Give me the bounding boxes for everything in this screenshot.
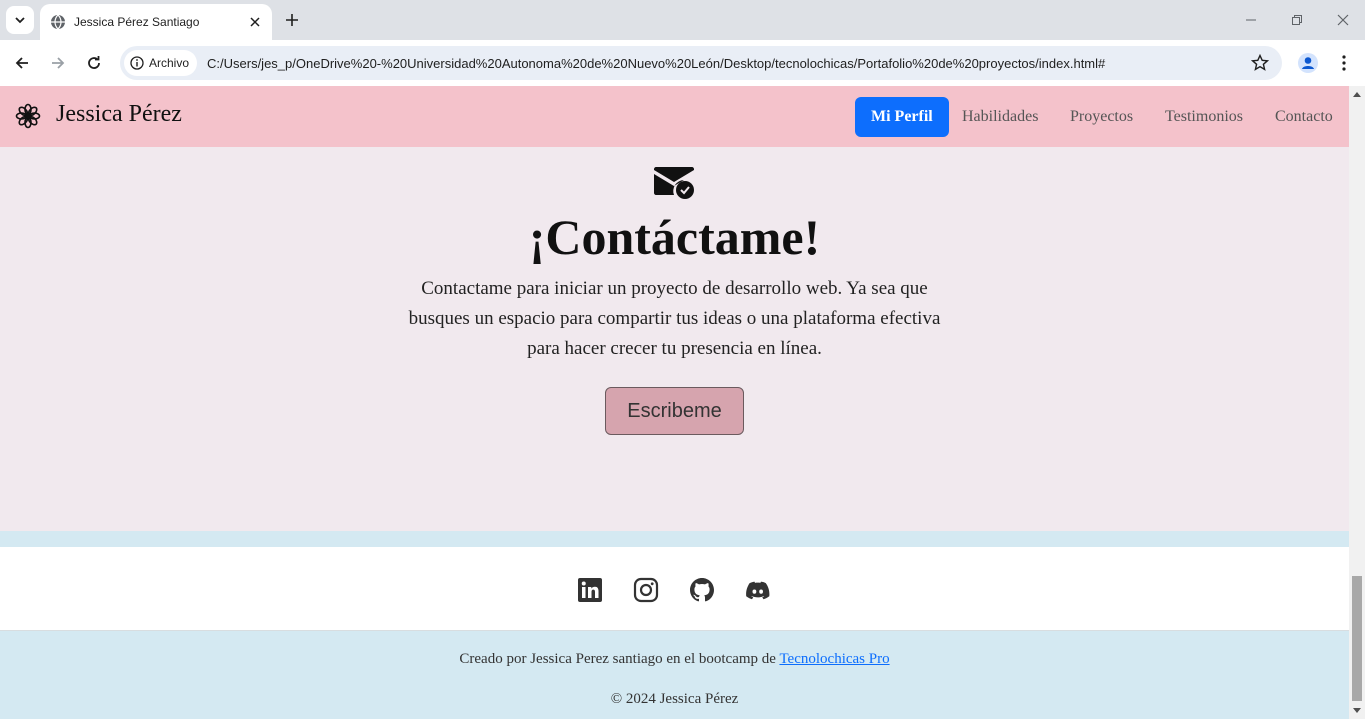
browser-tab[interactable]: Jessica Pérez Santiago	[40, 4, 272, 40]
github-icon[interactable]	[689, 577, 715, 603]
tecnolochicas-link[interactable]: Tecnolochicas Pro	[779, 651, 889, 667]
address-bar[interactable]: Archivo C:/Users/jes_p/OneDrive%20-%20Un…	[120, 46, 1282, 80]
contact-title: ¡Contáctame!	[528, 209, 821, 265]
new-tab-button[interactable]	[280, 8, 304, 32]
globe-icon	[50, 14, 66, 30]
arrow-right-icon	[52, 57, 65, 69]
chevron-down-icon	[15, 17, 25, 24]
nav-link-testimonios[interactable]: Testimonios	[1149, 97, 1259, 137]
url-text[interactable]: C:/Users/jes_p/OneDrive%20-%20Universida…	[207, 56, 1105, 71]
close-icon	[1337, 14, 1349, 26]
scrollbar-thumb[interactable]	[1352, 576, 1362, 701]
restore-button[interactable]	[1274, 6, 1320, 34]
reload-button[interactable]	[80, 49, 108, 77]
arrow-left-icon	[15, 57, 28, 69]
page-content: Jessica Pérez Mi Perfil Habilidades Proy…	[0, 86, 1349, 719]
bookmark-star-icon[interactable]	[1250, 53, 1270, 73]
scroll-down-arrow-icon[interactable]	[1349, 703, 1365, 719]
page-viewport: Jessica Pérez Mi Perfil Habilidades Proy…	[0, 86, 1365, 719]
more-vertical-icon	[1342, 55, 1346, 71]
instagram-icon[interactable]	[633, 577, 659, 603]
tab-search-button[interactable]	[6, 6, 34, 34]
site-footer: Creado por Jessica Perez santiago en el …	[0, 631, 1349, 719]
back-button[interactable]	[8, 49, 36, 77]
social-links	[0, 547, 1349, 631]
footer-credit-text: Creado por Jessica Perez santiago en el …	[459, 651, 780, 667]
footer-credit: Creado por Jessica Perez santiago en el …	[0, 651, 1349, 668]
linkedin-icon[interactable]	[577, 577, 603, 603]
browser-tab-bar: Jessica Pérez Santiago	[0, 0, 1365, 40]
minimize-button[interactable]	[1228, 6, 1274, 34]
scroll-up-arrow-icon[interactable]	[1349, 86, 1365, 102]
nav-link-contacto[interactable]: Contacto	[1259, 97, 1349, 137]
profile-avatar-icon	[1298, 53, 1318, 73]
envelope-check-icon	[654, 167, 694, 199]
page-scrollbar[interactable]	[1349, 86, 1365, 719]
tab-close-icon[interactable]	[246, 13, 264, 31]
nav-link-habilidades[interactable]: Habilidades	[946, 97, 1054, 137]
minimize-icon	[1246, 19, 1256, 21]
reload-icon	[88, 56, 100, 69]
brand-name[interactable]: Jessica Pérez	[56, 101, 182, 128]
footer-copyright: © 2024 Jessica Pérez	[610, 691, 739, 707]
contact-description: Contactame para iniciar un proyecto de d…	[408, 278, 941, 359]
browser-menu-button[interactable]	[1330, 49, 1358, 77]
close-window-button[interactable]	[1320, 6, 1365, 34]
browser-toolbar: Archivo C:/Users/jes_p/OneDrive%20-%20Un…	[0, 40, 1365, 86]
forward-button[interactable]	[44, 49, 72, 77]
nav-link-proyectos[interactable]: Proyectos	[1054, 97, 1149, 137]
contact-section: ¡Contáctame! Contactame para iniciar un …	[0, 147, 1349, 531]
site-info-label: Archivo	[149, 56, 190, 70]
restore-icon	[1292, 15, 1302, 25]
nav-link-mi-perfil[interactable]: Mi Perfil	[855, 97, 949, 137]
site-navbar: Jessica Pérez Mi Perfil Habilidades Proy…	[0, 86, 1349, 147]
site-info-chip[interactable]: Archivo	[124, 50, 198, 76]
escribeme-button[interactable]: Escribeme	[605, 387, 744, 435]
plus-icon	[286, 14, 298, 26]
flower-icon	[15, 103, 41, 129]
info-icon	[130, 56, 144, 70]
footer-top-band	[0, 531, 1349, 547]
tab-title: Jessica Pérez Santiago	[74, 15, 200, 29]
profile-button[interactable]	[1294, 49, 1322, 77]
discord-icon[interactable]	[745, 577, 771, 603]
